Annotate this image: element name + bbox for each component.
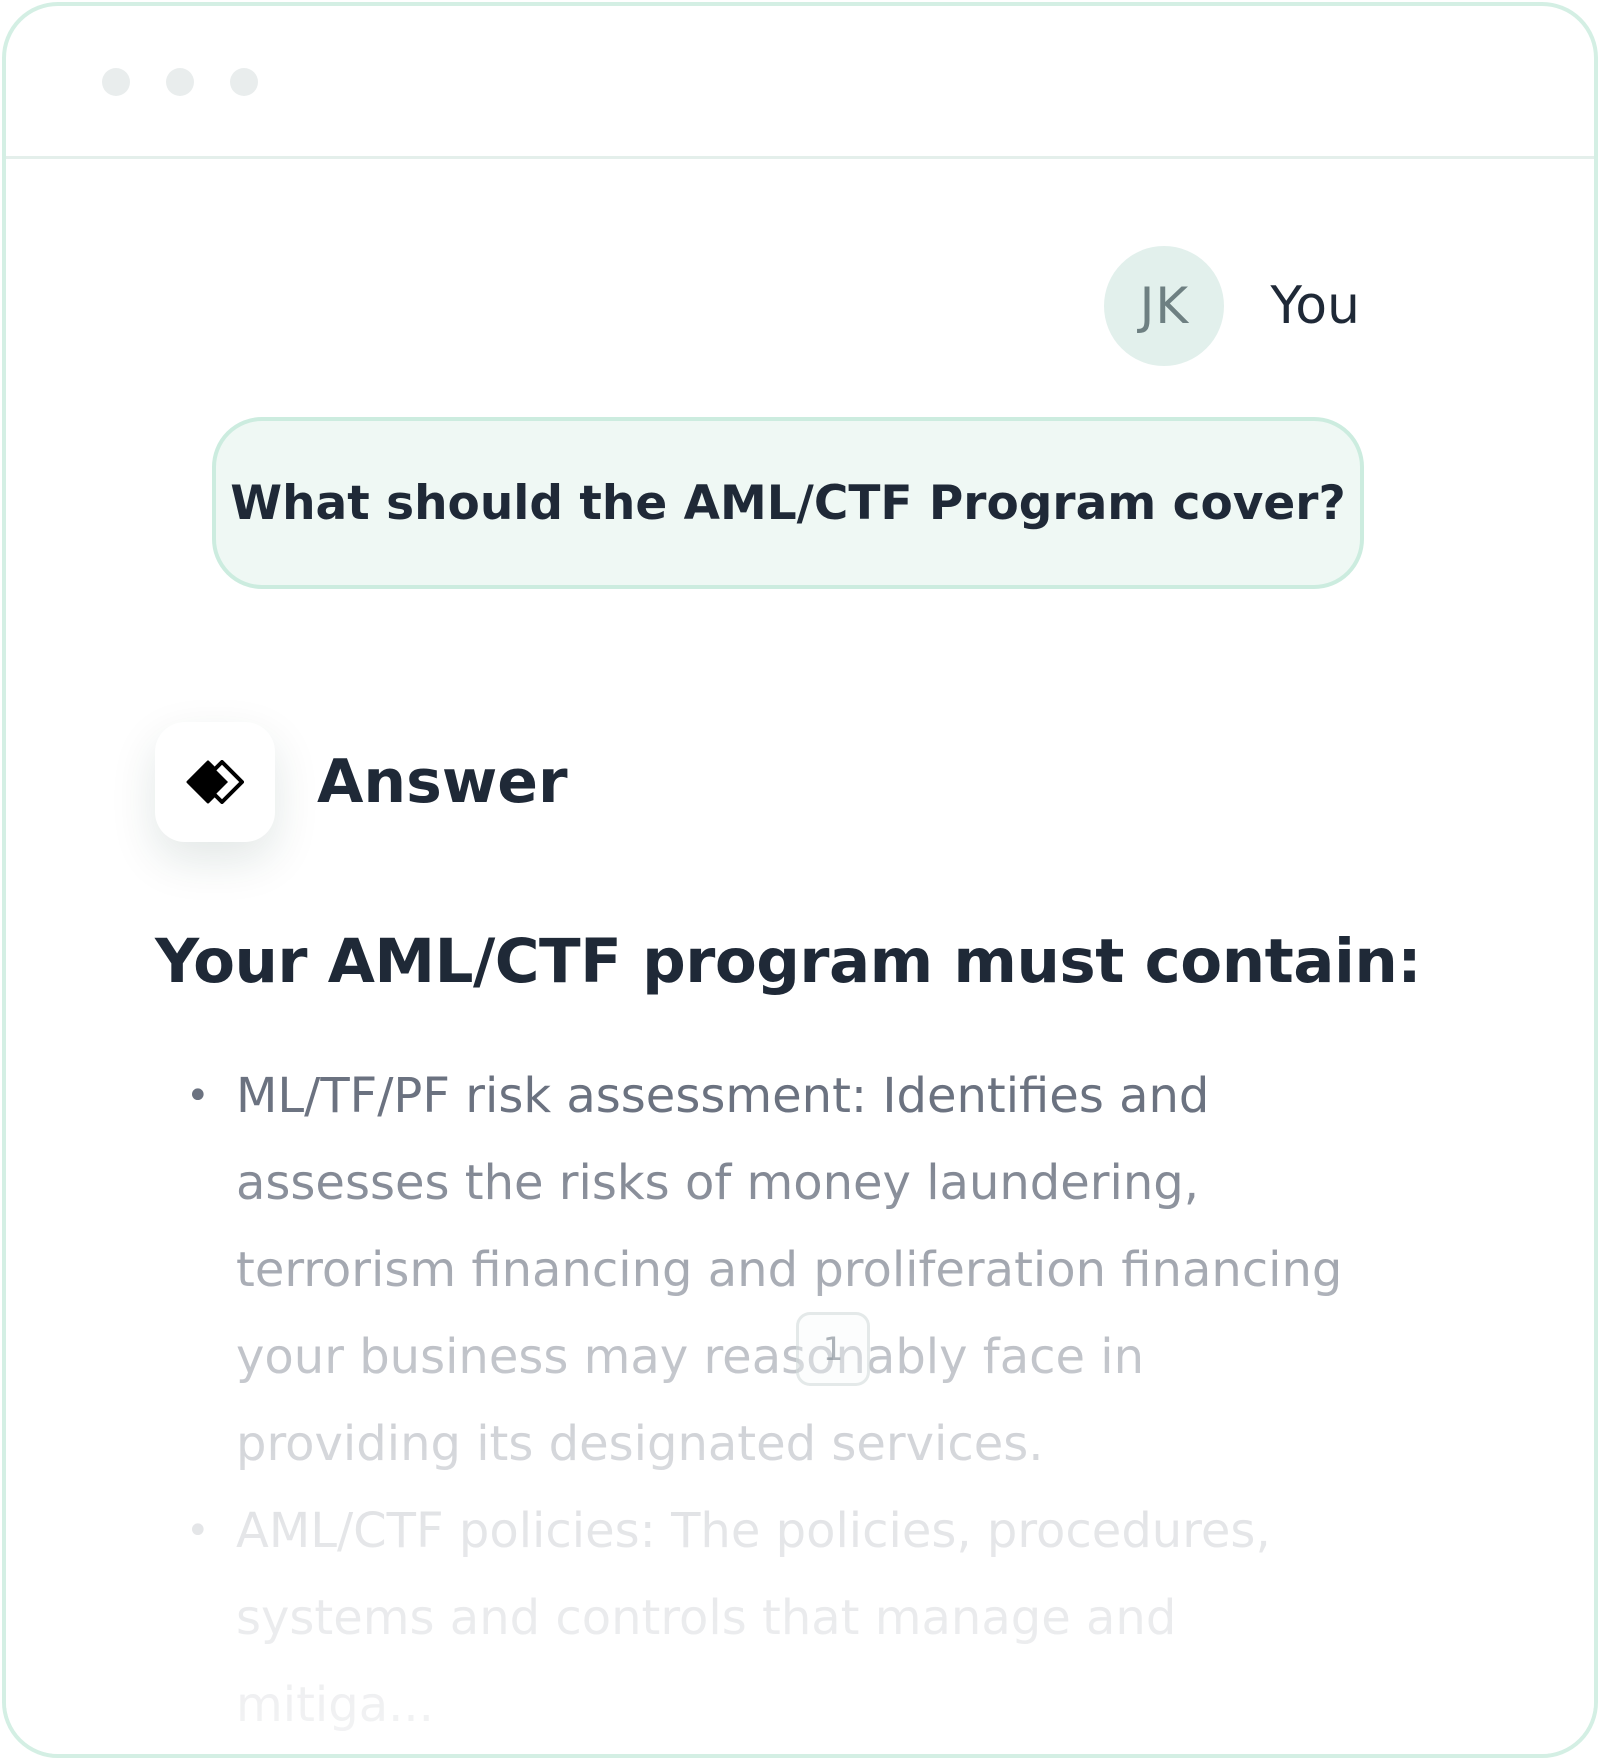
- assistant-logo: [155, 722, 275, 842]
- window-control-dot[interactable]: [102, 68, 130, 96]
- bullet: •: [186, 1508, 210, 1554]
- avatar: JK: [1104, 246, 1225, 366]
- list-item-text: ML/TF/PF risk assessment: Identifies and…: [236, 1068, 1343, 1472]
- list-item: • AML/CTF policies: The policies, proced…: [186, 1488, 1376, 1749]
- window-titlebar: [6, 6, 1594, 159]
- list-item-text: AML/CTF policies: The policies, procedur…: [236, 1503, 1271, 1733]
- window-control-dot[interactable]: [166, 68, 194, 96]
- answer-header: Answer: [155, 722, 568, 842]
- user-question-bubble: What should the AML/CTF Program cover?: [212, 417, 1364, 589]
- citation-badge[interactable]: 1: [796, 1312, 870, 1386]
- answer-title: Answer: [317, 747, 568, 817]
- user-message-header: JK You: [1104, 246, 1360, 366]
- diamond-logo-icon: [186, 760, 244, 804]
- bullet: •: [186, 1073, 210, 1119]
- answer-heading: Your AML/CTF program must contain:: [155, 926, 1422, 997]
- user-label: You: [1270, 276, 1360, 336]
- window-control-dot[interactable]: [230, 68, 258, 96]
- chat-window: JK You What should the AML/CTF Program c…: [2, 2, 1598, 1758]
- answer-list: • ML/TF/PF risk assessment: Identifies a…: [186, 1053, 1376, 1749]
- list-item: • ML/TF/PF risk assessment: Identifies a…: [186, 1053, 1376, 1488]
